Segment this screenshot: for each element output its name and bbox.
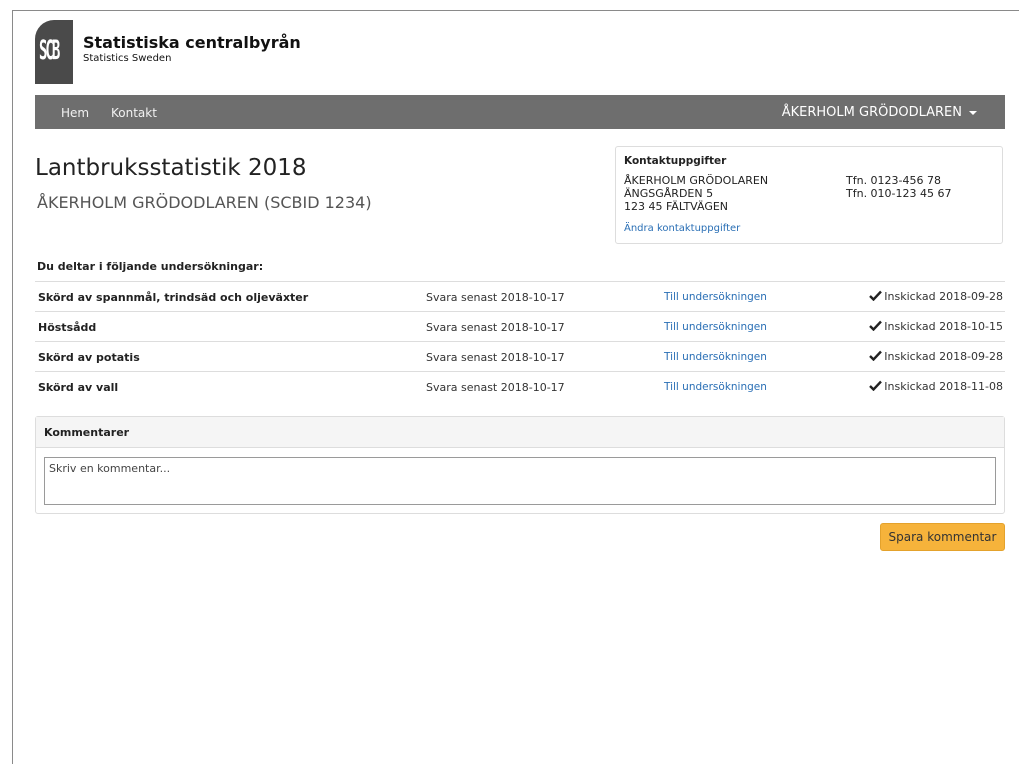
survey-deadline: Svara senast 2018-10-17 [426,381,565,394]
survey-deadline: Svara senast 2018-10-17 [426,351,565,364]
table-row: Höstsådd Svara senast 2018-10-17 Till un… [35,311,1005,341]
contact-phones: Tfn. 0123-456 78 Tfn. 010-123 45 67 [846,174,952,200]
table-row: Skörd av vall Svara senast 2018-10-17 Ti… [35,371,1005,401]
window-border-left [12,10,13,764]
page-subtitle: ÅKERHOLM GRÖDODLAREN (SCBID 1234) [37,193,372,212]
contact-address-line: ÅKERHOLM GRÖDOLAREN [624,174,769,187]
contact-phone: Tfn. 010-123 45 67 [846,187,952,200]
survey-status: Inskickad 2018-09-28 [869,290,1003,303]
main-navbar: Hem Kontakt ÅKERHOLM GRÖDODLAREN [35,95,1005,129]
page-title: Lantbruksstatistik 2018 [35,155,307,181]
survey-name: Skörd av potatis [38,351,140,364]
checkmark-icon [869,290,883,301]
checkmark-icon [869,350,883,361]
survey-status-text: Inskickad 2018-09-28 [884,290,1003,303]
survey-name: Skörd av spannmål, trindsäd och oljeväxt… [38,291,309,304]
survey-status-text: Inskickad 2018-09-28 [884,350,1003,363]
survey-deadline: Svara senast 2018-10-17 [426,321,565,334]
checkmark-icon [869,320,883,331]
user-menu-label: ÅKERHOLM GRÖDODLAREN [781,105,962,120]
scb-logo-mark: SCB [35,20,73,84]
table-row: Skörd av spannmål, trindsäd och oljeväxt… [35,281,1005,311]
comments-title: Kommentarer [44,426,130,439]
comment-input[interactable] [44,457,996,505]
survey-status-text: Inskickad 2018-10-15 [884,320,1003,333]
survey-status: Inskickad 2018-11-08 [869,380,1003,393]
save-comment-button[interactable]: Spara kommentar [880,523,1005,551]
window-border-top [12,10,1019,11]
survey-status-text: Inskickad 2018-11-08 [884,380,1003,393]
open-survey-link[interactable]: Till undersökningen [664,351,767,363]
logo-letters: SCB [39,36,60,67]
open-survey-link[interactable]: Till undersökningen [664,381,767,393]
contact-heading: Kontaktuppgifter [624,155,727,167]
contact-address-line: 123 45 FÄLTVÄGEN [624,200,729,213]
comments-panel: Kommentarer [35,416,1005,514]
survey-status: Inskickad 2018-09-28 [869,350,1003,363]
org-name: Statistiska centralbyrån [83,33,301,52]
contact-address-line: ÄNGSGÅRDEN 5 [624,187,714,200]
open-survey-link[interactable]: Till undersökningen [664,321,767,333]
survey-status: Inskickad 2018-10-15 [869,320,1003,333]
user-menu-dropdown[interactable]: ÅKERHOLM GRÖDODLAREN [782,105,977,120]
nav-contact-link[interactable]: Kontakt [111,106,157,120]
contact-address: ÅKERHOLM GRÖDOLAREN ÄNGSGÅRDEN 5 123 45 … [624,174,768,213]
checkmark-icon [869,380,883,391]
nav-home-link[interactable]: Hem [61,106,89,120]
surveys-table: Skörd av spannmål, trindsäd och oljeväxt… [35,281,1005,401]
caret-down-icon [969,110,977,115]
survey-name: Höstsådd [38,321,97,334]
edit-contact-link[interactable]: Ändra kontaktuppgifter [624,223,740,234]
org-name-english: Statistics Sweden [83,53,172,64]
survey-name: Skörd av vall [38,381,119,394]
table-row: Skörd av potatis Svara senast 2018-10-17… [35,341,1005,371]
survey-deadline: Svara senast 2018-10-17 [426,291,565,304]
open-survey-link[interactable]: Till undersökningen [664,291,767,303]
surveys-heading: Du deltar i följande undersökningar: [37,260,264,273]
contact-info-box: Kontaktuppgifter ÅKERHOLM GRÖDOLAREN ÄNG… [615,146,1003,244]
contact-phone: Tfn. 0123-456 78 [846,174,942,187]
comments-panel-header: Kommentarer [36,417,1004,448]
